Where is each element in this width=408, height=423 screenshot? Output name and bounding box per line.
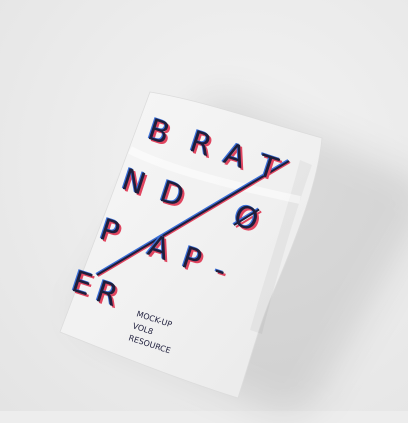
brand-paper-mockup: B B B R R R A A A T T T N N N D D D Ø Ø …: [59, 91, 323, 399]
